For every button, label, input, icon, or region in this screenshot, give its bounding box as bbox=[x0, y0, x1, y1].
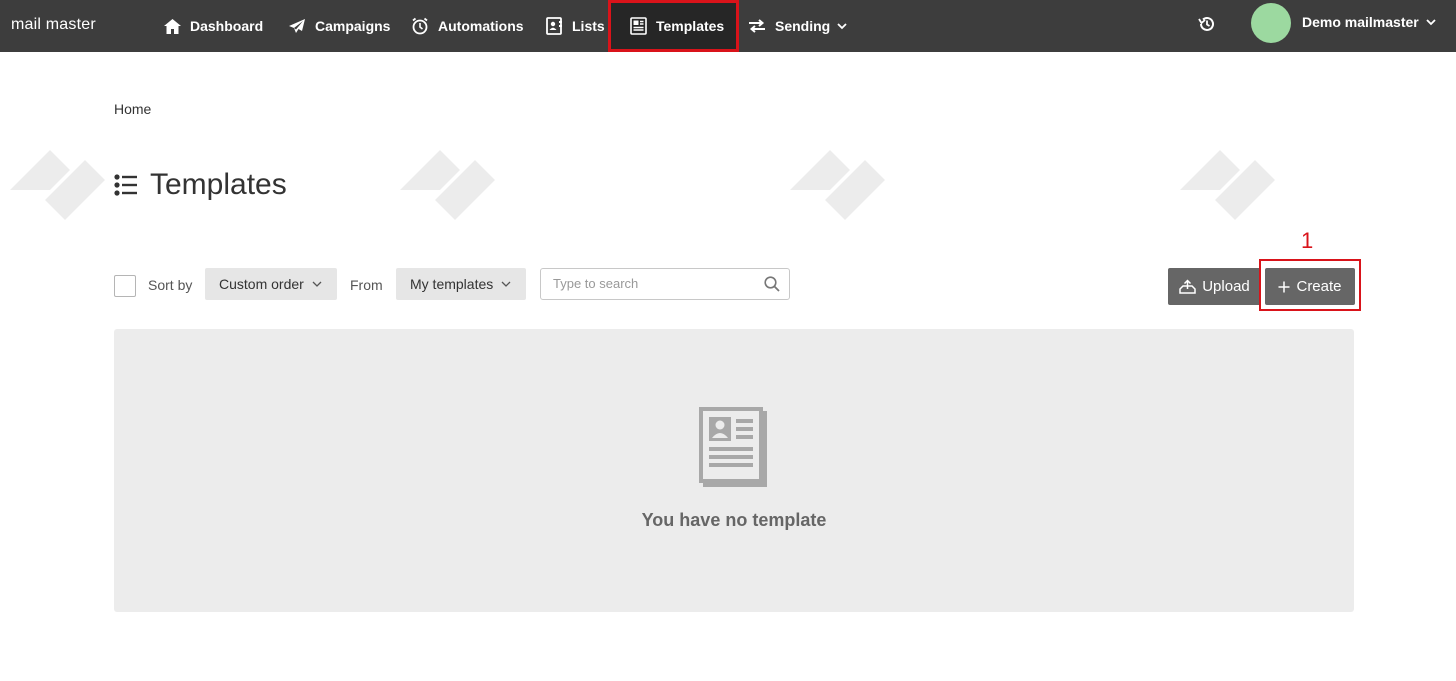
select-all-checkbox[interactable] bbox=[114, 275, 136, 297]
chevron-down-icon bbox=[312, 281, 322, 287]
nav-item-lists[interactable]: Lists bbox=[544, 0, 605, 52]
contacts-book-icon bbox=[544, 16, 564, 36]
empty-state-message: You have no template bbox=[641, 510, 827, 530]
step-number: 1 bbox=[1301, 228, 1314, 253]
app-logo[interactable]: mail master bbox=[11, 16, 96, 34]
nav-item-templates[interactable]: Templates bbox=[608, 0, 739, 52]
from-value: My templates bbox=[410, 276, 494, 292]
nav-label: Dashboard bbox=[190, 18, 264, 34]
nav-item-automations[interactable]: Automations bbox=[410, 0, 524, 52]
watermark bbox=[780, 120, 900, 220]
breadcrumb-home[interactable]: Home bbox=[114, 101, 151, 117]
nav-item-sending[interactable]: Sending bbox=[747, 0, 847, 52]
watermark bbox=[390, 120, 510, 220]
chevron-down-icon bbox=[501, 281, 511, 287]
paper-plane-icon bbox=[287, 16, 307, 36]
history-icon[interactable] bbox=[1197, 14, 1219, 36]
user-name: Demo mailmaster bbox=[1302, 14, 1419, 30]
sort-label: Sort by bbox=[148, 277, 193, 293]
home-icon bbox=[162, 16, 182, 36]
from-label: From bbox=[350, 277, 383, 293]
chevron-down-icon bbox=[837, 22, 847, 30]
search-box bbox=[540, 268, 790, 300]
search-icon[interactable] bbox=[764, 276, 780, 292]
alarm-clock-icon bbox=[410, 16, 430, 36]
template-icon bbox=[628, 16, 648, 36]
upload-icon bbox=[1179, 279, 1196, 294]
chevron-down-icon bbox=[1426, 18, 1436, 26]
top-navigation-bar: mail master Dashboard Campaigns Automati… bbox=[0, 0, 1456, 52]
nav-label: Campaigns bbox=[315, 18, 391, 34]
search-input[interactable] bbox=[541, 269, 751, 297]
swap-arrows-icon bbox=[747, 16, 767, 36]
from-dropdown[interactable]: My templates bbox=[396, 268, 526, 300]
watermark bbox=[1170, 120, 1290, 220]
upload-button[interactable]: Upload bbox=[1168, 268, 1261, 305]
nav-label: Lists bbox=[572, 18, 605, 34]
watermark bbox=[0, 120, 120, 220]
create-button[interactable]: Create bbox=[1265, 268, 1355, 305]
template-placeholder-icon bbox=[699, 407, 769, 487]
create-label: Create bbox=[1296, 278, 1342, 295]
nav-item-dashboard[interactable]: Dashboard bbox=[162, 0, 263, 52]
plus-icon bbox=[1278, 281, 1290, 293]
nav-item-campaigns[interactable]: Campaigns bbox=[287, 0, 390, 52]
nav-label: Templates bbox=[656, 18, 725, 34]
sort-value: Custom order bbox=[219, 276, 304, 292]
sort-dropdown[interactable]: Custom order bbox=[205, 268, 337, 300]
page-heading: Templates bbox=[150, 168, 287, 201]
upload-label: Upload bbox=[1202, 278, 1250, 295]
breadcrumb: Home bbox=[114, 101, 151, 117]
user-menu[interactable]: Demo mailmaster bbox=[1302, 14, 1436, 30]
nav-label: Sending bbox=[775, 18, 831, 34]
page-title: Templates bbox=[114, 168, 287, 202]
empty-state-panel: You have no template bbox=[114, 329, 1354, 612]
nav-label: Automations bbox=[438, 18, 524, 34]
list-icon bbox=[114, 173, 138, 197]
avatar[interactable] bbox=[1251, 3, 1291, 43]
